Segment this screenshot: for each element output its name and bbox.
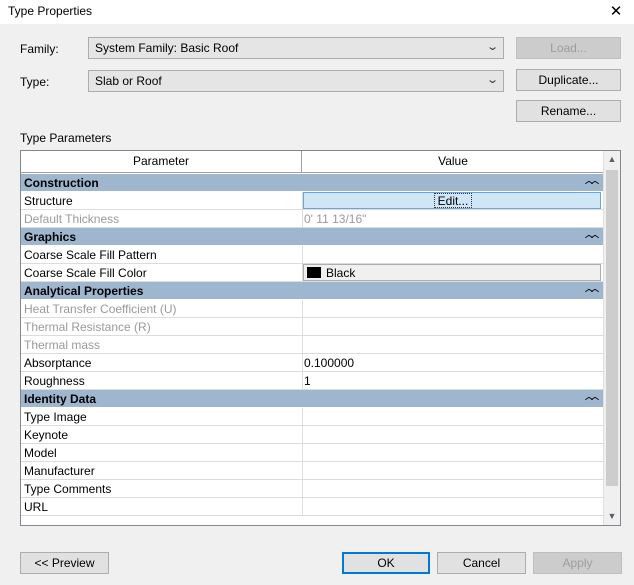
parameter-value: 0' 11 13/16": [304, 212, 367, 226]
parameter-row[interactable]: Manufacturer: [21, 462, 603, 480]
ok-button[interactable]: OK: [342, 552, 430, 574]
column-divider: [302, 372, 303, 390]
column-divider: [302, 462, 303, 480]
column-divider: [302, 498, 303, 516]
close-icon[interactable]: ✕: [606, 2, 626, 22]
family-value: System Family: Basic Roof: [95, 41, 239, 55]
collapse-icon[interactable]: ︿︿: [585, 391, 599, 402]
parameter-name: Structure: [24, 194, 73, 208]
parameter-name: Thermal Resistance (R): [24, 320, 151, 334]
preview-button[interactable]: << Preview: [20, 552, 109, 574]
column-divider: [302, 444, 303, 462]
collapse-icon[interactable]: ︿︿: [585, 229, 599, 240]
grid-rows: Construction ︿︿ Structure Edit... Default Th…: [21, 174, 603, 516]
group-title: Identity Data: [24, 392, 97, 406]
parameter-name: Coarse Scale Fill Pattern: [24, 248, 157, 262]
edit-structure-button[interactable]: Edit...: [434, 193, 472, 208]
chevron-down-icon: ⌄: [485, 74, 499, 86]
group-header[interactable]: Identity Data ︿︿: [21, 390, 603, 408]
parameter-grid[interactable]: Parameter Value Construction ︿︿ Structure E…: [20, 150, 621, 526]
parameter-row[interactable]: Heat Transfer Coefficient (U): [21, 300, 603, 318]
vertical-scrollbar[interactable]: ▲ ▼: [603, 151, 620, 525]
rename-button[interactable]: Rename...: [516, 100, 621, 122]
duplicate-button[interactable]: Duplicate...: [516, 69, 621, 91]
color-swatch: [307, 267, 321, 278]
parameter-row[interactable]: Keynote: [21, 426, 603, 444]
group-header[interactable]: Graphics ︿︿: [21, 228, 603, 246]
column-divider: [302, 354, 303, 372]
family-dropdown[interactable]: System Family: Basic Roof ⌄: [88, 37, 504, 59]
parameter-row[interactable]: Thermal Resistance (R): [21, 318, 603, 336]
parameter-row[interactable]: Coarse Scale Fill Pattern: [21, 246, 603, 264]
parameter-name: Default Thickness: [24, 212, 120, 226]
parameter-row[interactable]: Structure Edit...: [21, 192, 603, 210]
parameter-row[interactable]: Default Thickness 0' 11 13/16": [21, 210, 603, 228]
parameter-value[interactable]: 1: [304, 374, 600, 388]
column-divider: [302, 300, 303, 318]
column-divider: [302, 318, 303, 336]
parameter-name: Heat Transfer Coefficient (U): [24, 302, 177, 316]
window-title: Type Properties: [8, 4, 93, 18]
parameter-name: Thermal mass: [24, 338, 101, 352]
cancel-button[interactable]: Cancel: [437, 552, 526, 574]
column-divider: [302, 426, 303, 444]
color-name: Black: [326, 266, 356, 280]
group-title: Graphics: [24, 230, 77, 244]
parameter-name: Roughness: [24, 374, 85, 388]
title-bar: Type Properties ✕: [0, 0, 634, 24]
type-parameters-heading: Type Parameters: [20, 131, 112, 145]
fill-color-button[interactable]: Black: [303, 264, 601, 281]
parameter-row[interactable]: Model: [21, 444, 603, 462]
group-title: Construction: [24, 176, 99, 190]
parameter-name: Type Image: [24, 410, 87, 424]
parameter-row[interactable]: URL: [21, 498, 603, 516]
parameter-row[interactable]: Thermal mass: [21, 336, 603, 354]
parameter-name: Model: [24, 446, 57, 460]
apply-button[interactable]: Apply: [533, 552, 622, 574]
collapse-icon[interactable]: ︿︿: [585, 175, 599, 186]
parameter-row[interactable]: Roughness 1: [21, 372, 603, 390]
column-header-parameter[interactable]: Parameter: [21, 151, 302, 172]
group-header[interactable]: Construction ︿︿: [21, 174, 603, 192]
parameter-name: Coarse Scale Fill Color: [24, 266, 147, 280]
parameter-row[interactable]: Type Image: [21, 408, 603, 426]
column-divider: [302, 336, 303, 354]
parameter-name: Type Comments: [24, 482, 112, 496]
parameter-name: URL: [24, 500, 49, 514]
type-value: Slab or Roof: [95, 74, 162, 88]
column-divider: [302, 246, 303, 264]
load-button[interactable]: Load...: [516, 37, 621, 59]
type-dropdown[interactable]: Slab or Roof ⌄: [88, 70, 504, 92]
column-divider: [302, 480, 303, 498]
parameter-row[interactable]: Absorptance 0.100000: [21, 354, 603, 372]
parameter-row[interactable]: Coarse Scale Fill Color Black: [21, 264, 603, 282]
parameter-row[interactable]: Type Comments: [21, 480, 603, 498]
type-label: Type:: [20, 75, 50, 89]
parameter-name: Manufacturer: [24, 464, 95, 478]
scrollbar-thumb[interactable]: [606, 170, 618, 486]
grid-header: Parameter Value: [21, 151, 603, 173]
structure-value-cell[interactable]: Edit...: [303, 192, 601, 209]
parameter-name: Absorptance: [24, 356, 92, 370]
chevron-down-icon: ⌄: [485, 41, 499, 53]
group-title: Analytical Properties: [24, 284, 144, 298]
scroll-down-icon[interactable]: ▼: [604, 508, 620, 525]
column-divider: [302, 408, 303, 426]
group-header[interactable]: Analytical Properties ︿︿: [21, 282, 603, 300]
column-header-value[interactable]: Value: [303, 151, 603, 172]
collapse-icon[interactable]: ︿︿: [585, 283, 599, 294]
parameter-value[interactable]: 0.100000: [304, 356, 600, 370]
scroll-up-icon[interactable]: ▲: [604, 151, 620, 168]
family-label: Family:: [20, 42, 59, 56]
parameter-name: Keynote: [24, 428, 69, 442]
column-divider: [302, 210, 303, 228]
